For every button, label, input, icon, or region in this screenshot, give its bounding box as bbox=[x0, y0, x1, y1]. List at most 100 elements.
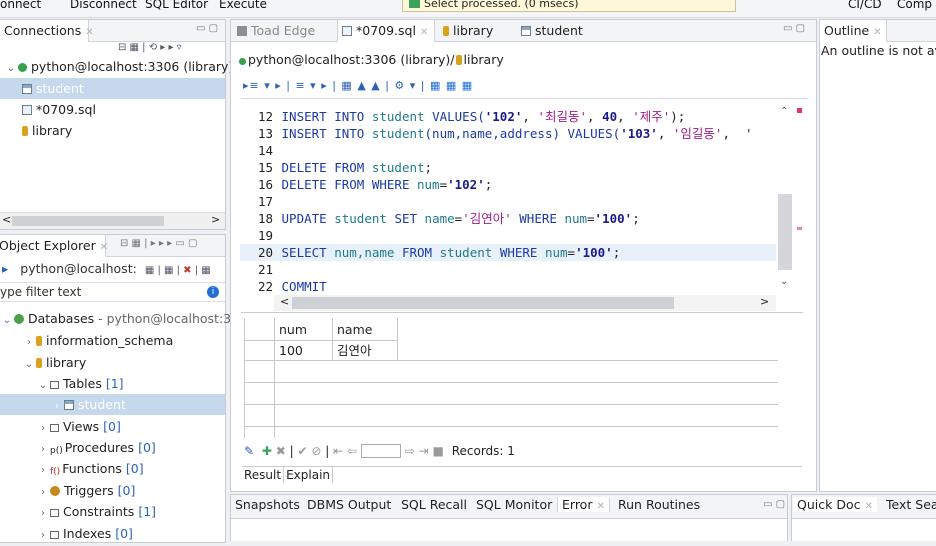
page-input[interactable] bbox=[360, 444, 401, 458]
column-header-num[interactable]: num bbox=[275, 320, 307, 340]
tree-information-schema[interactable]: › information_schema bbox=[0, 330, 225, 351]
connections-toolbar[interactable]: ⊟ ▦ | ⟲ ▸ ▸ ▿ bbox=[118, 42, 182, 53]
tab-sql-recall[interactable]: SQL Recall bbox=[401, 497, 467, 512]
minimize-maximize-icon[interactable]: ▭ ▢ bbox=[196, 23, 218, 34]
cancel-icon[interactable]: ⊘ bbox=[311, 444, 321, 458]
tab-sql-monitor[interactable]: SQL Monitor bbox=[476, 497, 552, 512]
tab-outline[interactable]: Outline ✕ bbox=[819, 20, 887, 42]
scrollbar-thumb[interactable] bbox=[12, 216, 164, 226]
column-header-name[interactable]: name bbox=[333, 320, 372, 340]
editor-vertical-scrollbar[interactable]: ⌃ ⌄ bbox=[776, 104, 796, 296]
add-row-icon[interactable]: ✚ bbox=[262, 444, 272, 458]
tab-text-search[interactable]: Text Sea bbox=[886, 497, 936, 512]
chevron-right-icon[interactable]: > bbox=[211, 213, 220, 226]
code-token: , ' bbox=[722, 126, 753, 141]
cell-name[interactable]: 김연아 bbox=[333, 341, 372, 361]
code-line[interactable]: 16 DELETE FROM WHERE num='102'; bbox=[240, 176, 776, 193]
code-line[interactable]: 14 bbox=[240, 142, 776, 159]
menu-sql-editor[interactable]: SQL Editor bbox=[145, 0, 208, 11]
connection-item-sql[interactable]: *0709.sql bbox=[0, 99, 225, 120]
chevron-up-icon[interactable]: ⌃ bbox=[780, 106, 788, 117]
code-line[interactable]: 13 INSERT INTO student(num,name,address)… bbox=[240, 125, 776, 142]
connection-node[interactable]: ⌄ python@localhost:3306 (library) bbox=[0, 56, 234, 77]
close-icon[interactable]: ✕ bbox=[864, 501, 872, 512]
code-line[interactable]: 18 UPDATE student SET name = '김연아' WHERE n… bbox=[240, 210, 776, 227]
next-page-icon[interactable]: ⇨ bbox=[405, 444, 415, 458]
menu-connect[interactable]: onnect bbox=[0, 0, 41, 11]
tab-error[interactable]: Error ✕ bbox=[557, 497, 610, 512]
chevron-right-icon: › bbox=[41, 465, 45, 476]
tree-library[interactable]: ⌄ library bbox=[0, 352, 225, 373]
scrollbar-thumb[interactable] bbox=[778, 194, 792, 270]
last-page-icon[interactable]: ⇥ bbox=[419, 444, 429, 458]
result-grid[interactable]: num name 100 김연아 bbox=[244, 318, 778, 438]
tab-snapshots[interactable]: Snapshots bbox=[235, 497, 300, 512]
tree-databases[interactable]: ⌄ Databases - python@localhost:330 bbox=[0, 308, 247, 329]
scrollbar-thumb[interactable] bbox=[292, 297, 674, 309]
explorer-toolbar[interactable]: ⊟ ▦ | ▸ ▸ ▸ ▭ ▢ bbox=[120, 238, 197, 249]
minimize-maximize-icon[interactable]: ▭ ▢ bbox=[763, 499, 785, 510]
tab-connections[interactable]: Connections ✕ bbox=[0, 20, 94, 42]
horizontal-scrollbar[interactable]: < > bbox=[0, 212, 225, 229]
chevron-left-icon[interactable]: < bbox=[280, 295, 289, 308]
prev-page-icon[interactable]: ⇦ bbox=[347, 444, 357, 458]
tab-explain[interactable]: Explain bbox=[284, 467, 334, 483]
tab-toad-edge[interactable]: Toad Edge bbox=[233, 20, 315, 42]
tab-student[interactable]: student bbox=[517, 20, 583, 42]
sql-editor[interactable]: 12 INSERT INTO student VALUES('102', '최길… bbox=[240, 104, 776, 296]
code-token: num bbox=[417, 177, 440, 192]
code-line[interactable]: 19 bbox=[240, 227, 776, 244]
close-icon[interactable]: ✕ bbox=[420, 27, 428, 38]
stop-icon[interactable]: ■ bbox=[433, 444, 444, 458]
tab-library[interactable]: library bbox=[439, 20, 493, 42]
cell-num[interactable]: 100 bbox=[275, 341, 303, 361]
editor-horizontal-scrollbar[interactable]: < > bbox=[274, 295, 776, 311]
connection-item-student[interactable]: student bbox=[0, 78, 225, 99]
minimize-maximize-icon[interactable]: ▭ ▢ bbox=[783, 23, 805, 34]
tab-result[interactable]: Result bbox=[242, 467, 285, 483]
tree-tables[interactable]: ⌄ Tables [1] bbox=[0, 373, 225, 394]
tree-views[interactable]: › Views [0] bbox=[0, 416, 225, 437]
tree-triggers[interactable]: › Triggers [0] bbox=[0, 480, 225, 501]
explorer-connection[interactable]: ▸ python@localhost: ▦ | ▦ | ✖ | ▦ bbox=[0, 258, 225, 279]
tree-constraints[interactable]: › Constraints [1] bbox=[0, 501, 225, 522]
code-line[interactable]: 17 bbox=[240, 193, 776, 210]
filter-input[interactable]: ype filter text i bbox=[0, 282, 225, 302]
menu-execute[interactable]: Execute bbox=[219, 0, 267, 11]
chevron-down-icon[interactable]: ⌄ bbox=[780, 276, 788, 287]
tree-functions[interactable]: › f() Functions [0] bbox=[0, 458, 225, 479]
code-line[interactable]: 12 INSERT INTO student VALUES('102', '최길… bbox=[240, 108, 776, 125]
tab-quick-doc[interactable]: Quick Doc ✕ bbox=[793, 497, 877, 512]
menu-disconnect[interactable]: Disconnect bbox=[70, 0, 137, 11]
connection-path[interactable]: python@localhost:3306 (library)/library bbox=[239, 52, 504, 67]
code-line[interactable]: 21 bbox=[240, 261, 776, 278]
code-line[interactable]: 20 SELECT num,name FROM student WHERE nu… bbox=[240, 244, 776, 261]
first-page-icon[interactable]: ⇤ bbox=[333, 444, 343, 458]
tree-table-student[interactable]: › student bbox=[0, 394, 225, 415]
tab-object-explorer[interactable]: Object Explorer ✕ bbox=[0, 235, 108, 257]
commit-icon[interactable]: ✔ bbox=[298, 444, 308, 458]
info-icon[interactable]: i bbox=[207, 286, 219, 298]
tab-dbms-output[interactable]: DBMS Output bbox=[307, 497, 391, 512]
menu-comp[interactable]: Comp bbox=[897, 0, 932, 11]
close-icon[interactable]: ✕ bbox=[100, 242, 108, 253]
tree-procedures[interactable]: › p() Procedures [0] bbox=[0, 437, 225, 458]
close-icon[interactable]: ✕ bbox=[85, 27, 93, 38]
menu-ci-cd[interactable]: CI/CD bbox=[848, 0, 882, 11]
connection-actions[interactable]: ▦ | ▦ | ✖ | ▦ bbox=[145, 265, 211, 276]
code-line[interactable]: 15 DELETE FROM student; bbox=[240, 159, 776, 176]
chevron-right-icon[interactable]: > bbox=[760, 295, 769, 308]
connection-item-library[interactable]: library bbox=[0, 120, 225, 141]
chevron-left-icon[interactable]: < bbox=[2, 213, 11, 226]
close-icon[interactable]: ✕ bbox=[596, 501, 604, 512]
code-line[interactable]: 22 COMMIT bbox=[240, 278, 776, 295]
edit-icon[interactable]: ✎ bbox=[244, 444, 254, 458]
code-token: (num,name,address) VALUES( bbox=[424, 126, 621, 141]
tab-run-routines[interactable]: Run Routines bbox=[618, 497, 700, 512]
close-icon[interactable]: ✕ bbox=[873, 27, 881, 38]
error-marker-icon bbox=[797, 108, 802, 113]
tab-sql-file[interactable]: *0709.sql ✕ bbox=[337, 20, 435, 42]
editor-toolbar[interactable]: ▸≡ ▾ ▸ | ≡ ▾ ▸ | ▦ ▲ ▲ | ⚙ ▾ | ▦ ▦ ▦ bbox=[243, 79, 473, 92]
delete-row-icon[interactable]: ✖ bbox=[276, 444, 286, 458]
indexes-icon bbox=[50, 531, 59, 539]
